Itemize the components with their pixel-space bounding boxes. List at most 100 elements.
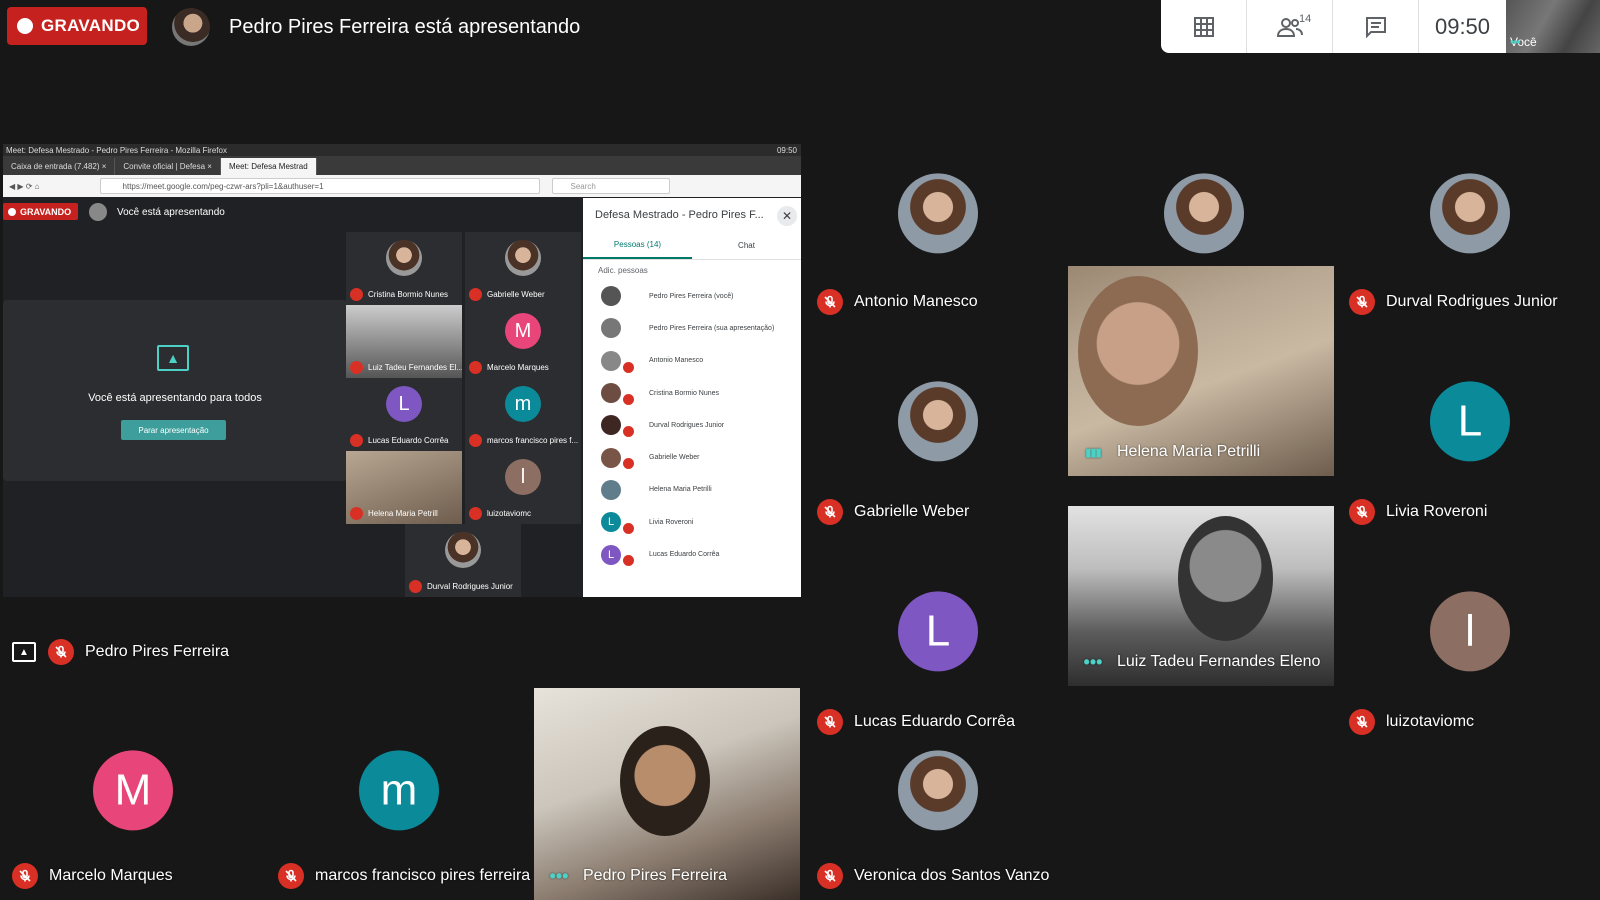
participant-avatar — [898, 381, 978, 462]
inner-presenting: Você está apresentando — [89, 203, 225, 221]
people-row[interactable]: Helena Maria Petrilli — [583, 474, 801, 506]
chat-button[interactable] — [1333, 0, 1419, 53]
participant-avatar: L — [898, 591, 978, 672]
participant-tile[interactable]: Veronica dos Santos Vanzo — [805, 700, 1071, 900]
participant-tile[interactable]: ▮▮▮ Helena Maria Petrilli — [1068, 266, 1334, 476]
mini-participant-tile[interactable]: Helena Maria Petrill — [346, 451, 462, 524]
mini-participant-tile[interactable]: L Lucas Eduardo Corrêa — [346, 378, 462, 451]
mic-off-icon — [1349, 499, 1375, 525]
people-avatar — [601, 383, 621, 404]
mini-nameplate: Marcelo Marques — [469, 361, 549, 374]
presenting-icon: ▲ — [12, 642, 36, 662]
participant-tile[interactable]: L Livia Roveroni — [1337, 326, 1600, 536]
mini-nameplate: Helena Maria Petrill — [350, 507, 438, 520]
people-name: Livia Roveroni — [649, 518, 694, 526]
people-list: Pedro Pires Ferreira (você) Pedro Pires F… — [583, 280, 801, 571]
mini-participant-tile[interactable]: Cristina Bormio Nunes — [346, 232, 462, 305]
people-row[interactable]: L Livia Roveroni — [583, 506, 801, 538]
presenter-avatar — [172, 8, 210, 46]
grid-layout-button[interactable] — [1161, 0, 1247, 53]
add-people-button[interactable]: Adic. pessoas — [583, 260, 801, 280]
people-name: Gabrielle Weber — [649, 454, 700, 462]
mini-name: marcos francisco pires f... — [487, 436, 579, 445]
participant-name: Pedro Pires Ferreira — [85, 643, 230, 660]
tab-chat[interactable]: Chat — [692, 232, 801, 259]
mini-nameplate: Durval Rodrigues Junior — [409, 580, 513, 593]
screen-share: Meet: Defesa Mestrado - Pedro Pires Ferr… — [3, 144, 801, 597]
participant-nameplate: Veronica dos Santos Vanzo — [817, 863, 1049, 889]
mini-participant-tile[interactable]: m marcos francisco pires f... — [465, 378, 581, 451]
people-row[interactable]: Gabrielle Weber — [583, 441, 801, 473]
presenting-card: ▲ Você está apresentando para todos Para… — [3, 300, 347, 481]
recording-label: GRAVANDO — [41, 16, 141, 35]
people-row[interactable]: L Lucas Eduardo Corrêa — [583, 538, 801, 570]
mini-avatar: M — [505, 313, 541, 349]
participant-tile[interactable]: Durval Rodrigues Junior — [1337, 120, 1600, 326]
mic-off-icon — [623, 523, 634, 535]
people-name: Helena Maria Petrilli — [649, 486, 712, 494]
people-name: Lucas Eduardo Corrêa — [649, 551, 720, 559]
participant-tile[interactable]: Gabrielle Weber — [805, 326, 1071, 536]
participant-name: Livia Roveroni — [1386, 503, 1488, 520]
nav-arrows-icon[interactable]: ◀ ▶ ⟳ ⌂ — [9, 182, 40, 191]
grid-icon — [1193, 16, 1214, 37]
close-icon[interactable]: ✕ — [777, 206, 797, 226]
people-avatar — [601, 350, 621, 371]
inner-meet: GRAVANDO Você está apresentando ▲ Você e… — [3, 198, 801, 597]
mini-participant-tile[interactable]: M Marcelo Marques — [465, 305, 581, 378]
browser-tab[interactable]: Convite oficial | Defesa × — [115, 158, 221, 175]
mic-off-icon — [623, 458, 634, 470]
participant-tile[interactable]: Antonio Manesco — [805, 120, 1071, 326]
mini-avatar: l — [505, 459, 541, 495]
mini-participant-tile[interactable]: Durval Rodrigues Junior — [405, 524, 521, 597]
participant-tile[interactable]: ••• Luiz Tadeu Fernandes Eleno — [1068, 506, 1334, 686]
people-avatar — [601, 447, 621, 468]
participant-name: luizotaviomc — [1386, 713, 1475, 730]
participant-tile[interactable]: ••• Pedro Pires Ferreira — [534, 688, 800, 900]
url-bar[interactable]: https://meet.google.com/peg-czwr-ars?pli… — [99, 178, 540, 194]
browser-tab[interactable]: Caixa de entrada (7.482) × — [3, 158, 116, 175]
participant-avatar: M — [93, 750, 173, 831]
participant-tile[interactable]: l luizotaviomc — [1337, 536, 1600, 746]
mini-participant-tile[interactable]: Luiz Tadeu Fernandes El... — [346, 305, 462, 378]
mic-off-icon — [469, 361, 482, 374]
participants-button[interactable]: 14 — [1247, 0, 1333, 53]
participant-tile[interactable]: M Marcelo Marques — [0, 700, 266, 900]
people-name: Antonio Manesco — [649, 357, 704, 365]
people-avatar: L — [601, 512, 621, 533]
people-row[interactable]: Antonio Manesco — [583, 345, 801, 377]
participant-name: Durval Rodrigues Junior — [1386, 293, 1558, 310]
mini-nameplate: Gabrielle Weber — [469, 288, 545, 301]
presenting-text: Pedro Pires Ferreira está apresentando — [229, 16, 581, 38]
people-row[interactable]: Durval Rodrigues Junior — [583, 409, 801, 441]
self-view[interactable]: Você ••• — [1506, 0, 1600, 53]
participant-avatar: l — [1430, 591, 1510, 672]
people-avatar — [601, 415, 621, 436]
stop-presenting-button[interactable]: Parar apresentação — [121, 420, 226, 440]
panel-tabs: Pessoas (14) Chat — [583, 232, 801, 260]
mic-off-icon — [469, 507, 482, 520]
search-box[interactable]: Search — [551, 178, 670, 194]
mini-name: Durval Rodrigues Junior — [427, 582, 513, 591]
participant-avatar — [1164, 173, 1244, 254]
browser-tab-active[interactable]: Meet: Defesa Mestrad — [220, 158, 317, 175]
participant-name: Helena Maria Petrilli — [1117, 443, 1261, 460]
people-name: Pedro Pires Ferreira (sua apresentação) — [649, 324, 775, 332]
people-avatar — [601, 286, 621, 307]
tab-people[interactable]: Pessoas (14) — [583, 232, 692, 259]
mini-participant-tile[interactable]: l luizotaviomc — [465, 451, 581, 524]
mini-participant-tile[interactable]: Gabrielle Weber — [465, 232, 581, 305]
more-dots-icon: ••• — [1510, 35, 1521, 49]
participant-name: Veronica dos Santos Vanzo — [854, 867, 1050, 884]
people-row[interactable]: Pedro Pires Ferreira (você) — [583, 280, 801, 312]
people-row[interactable]: Pedro Pires Ferreira (sua apresentação) — [583, 312, 801, 344]
panel-title: Defesa Mestrado - Pedro Pires F... — [595, 209, 764, 221]
people-row[interactable]: Cristina Bormio Nunes — [583, 377, 801, 409]
mic-off-icon — [469, 434, 482, 447]
participant-name: Gabrielle Weber — [854, 503, 970, 520]
tray-time: 09:50 — [776, 145, 797, 155]
mic-off-icon — [623, 426, 634, 438]
mini-avatar: L — [386, 386, 422, 422]
participant-tile[interactable]: ▲ Pedro Pires Ferreira — [0, 600, 260, 676]
participant-tile[interactable]: m marcos francisco pires ferreira — [266, 700, 532, 900]
